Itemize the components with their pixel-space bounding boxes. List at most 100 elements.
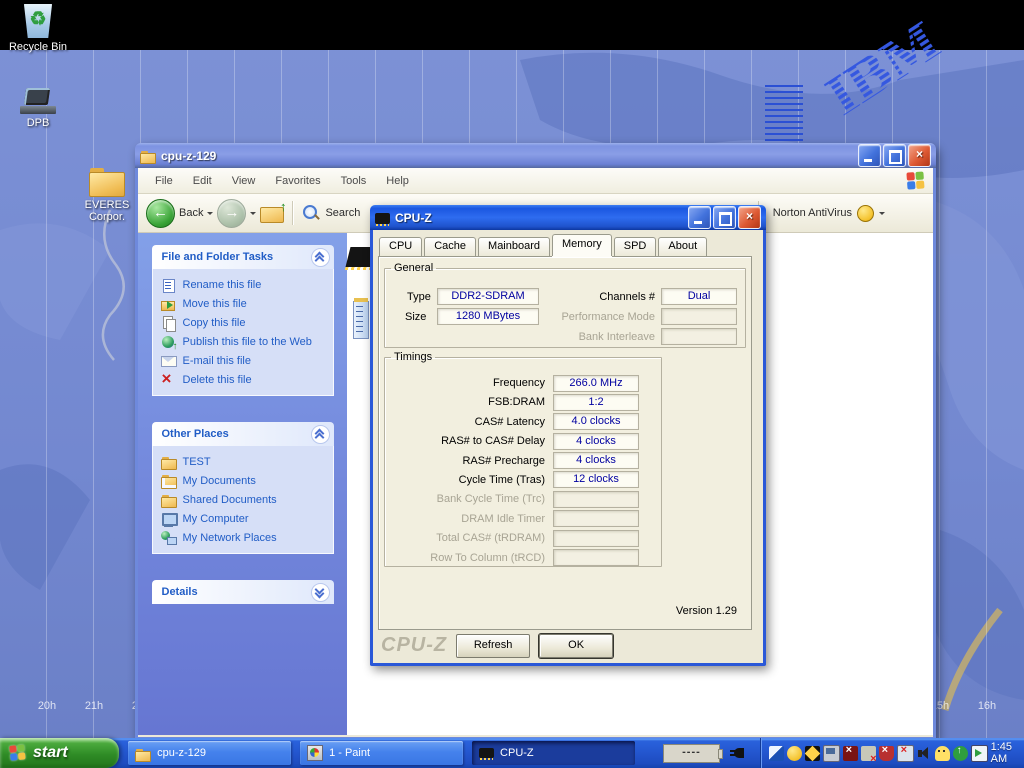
refresh-button[interactable]: Refresh: [456, 634, 530, 658]
search-icon[interactable]: [301, 203, 321, 223]
tray-volume-icon[interactable]: [917, 746, 932, 761]
tray-norton-icon[interactable]: [787, 746, 802, 761]
timing-row: Bank Cycle Time (Trc): [385, 491, 661, 507]
tray-diamond-mail-icon[interactable]: [805, 746, 820, 761]
folder-icon: [89, 168, 125, 196]
system-tray: 1:45 AM: [760, 738, 1024, 768]
folder-icon: [161, 492, 177, 508]
file-tasks-header[interactable]: File and Folder Tasks: [152, 245, 334, 269]
up-button[interactable]: [260, 203, 284, 223]
start-button[interactable]: start: [0, 738, 119, 768]
menu-favorites[interactable]: Favorites: [266, 172, 329, 190]
timings-legend: Timings: [391, 351, 435, 363]
task-move-file[interactable]: Move this file: [161, 294, 329, 313]
taskbar-clock[interactable]: 1:45 AM: [991, 741, 1018, 765]
menu-edit[interactable]: Edit: [184, 172, 221, 190]
timing-label: Bank Cycle Time (Trc): [385, 493, 553, 505]
taskbar-button-explorer[interactable]: cpu-z-129: [128, 741, 291, 765]
taskbar-button-paint[interactable]: 1 - Paint: [300, 741, 463, 765]
tab-cache[interactable]: Cache: [424, 237, 476, 256]
back-label[interactable]: Back: [179, 207, 203, 219]
timing-value: 4 clocks: [553, 433, 639, 450]
start-label: start: [33, 744, 68, 762]
task-delete-file[interactable]: Delete this file: [161, 370, 329, 389]
performance-mode-value: [661, 308, 737, 325]
menu-tools[interactable]: Tools: [332, 172, 376, 190]
tray-monitor-offline-icon[interactable]: [897, 745, 914, 762]
desktop-icon-dpb[interactable]: DPB: [2, 88, 74, 129]
tray-network-computers-icon[interactable]: [823, 745, 840, 762]
timezone-label: 20h: [32, 700, 62, 712]
place-my-documents[interactable]: My Documents: [161, 471, 329, 490]
search-label[interactable]: Search: [325, 207, 360, 219]
channels-value: Dual: [661, 288, 737, 305]
file-icon[interactable]: [353, 301, 369, 339]
paint-icon: [307, 745, 323, 761]
task-publish-file[interactable]: Publish this file to the Web: [161, 332, 329, 351]
laptop-icon: [19, 88, 57, 114]
network-places-icon: [161, 530, 177, 546]
timing-value: 12 clocks: [553, 471, 639, 488]
close-button[interactable]: ×: [908, 144, 931, 167]
minimize-button[interactable]: [858, 144, 881, 167]
forward-dropdown-icon[interactable]: [250, 212, 256, 218]
task-copy-file[interactable]: Copy this file: [161, 313, 329, 332]
tab-mainboard[interactable]: Mainboard: [478, 237, 550, 256]
panel-title: File and Folder Tasks: [162, 251, 274, 263]
forward-button[interactable]: →: [217, 199, 246, 228]
timing-label: RAS# to CAS# Delay: [385, 435, 553, 447]
tab-cpu[interactable]: CPU: [379, 237, 422, 256]
menu-file[interactable]: File: [146, 172, 182, 190]
tray-display-icon[interactable]: [971, 745, 988, 762]
desktop-icon-recycle-bin[interactable]: ♻ Recycle Bin: [2, 4, 74, 53]
collapse-chevron-icon[interactable]: [311, 248, 330, 267]
place-test[interactable]: TEST: [161, 452, 329, 471]
place-my-network[interactable]: My Network Places: [161, 528, 329, 547]
cpuz-watermark: CPU-Z: [381, 634, 447, 657]
menu-view[interactable]: View: [223, 172, 265, 190]
explorer-titlebar[interactable]: cpu-z-129 ×: [135, 143, 936, 168]
details-header[interactable]: Details: [152, 580, 334, 604]
tray-ghost-icon[interactable]: [935, 746, 950, 761]
norton-antivirus-button[interactable]: Norton AntiVirus: [758, 201, 895, 226]
file-tasks-panel: File and Folder Tasks Rename this file M…: [152, 245, 334, 396]
tray-update-icon[interactable]: [953, 746, 968, 761]
place-my-computer[interactable]: My Computer: [161, 509, 329, 528]
panel-title: Other Places: [162, 428, 229, 440]
tab-memory[interactable]: Memory: [552, 234, 612, 256]
norton-label: Norton AntiVirus: [773, 207, 852, 219]
cpuz-titlebar[interactable]: CPU-Z ×: [370, 205, 766, 230]
expand-chevron-icon[interactable]: [311, 583, 330, 602]
power-plug-icon[interactable]: [730, 746, 746, 760]
other-places-header[interactable]: Other Places: [152, 422, 334, 446]
tray-red-grid-icon[interactable]: [843, 746, 858, 761]
taskbar-button-cpuz[interactable]: CPU-Z: [472, 741, 635, 765]
close-button[interactable]: ×: [738, 206, 761, 229]
task-email-file[interactable]: E-mail this file: [161, 351, 329, 370]
minimize-button[interactable]: [688, 206, 711, 229]
back-button[interactable]: ←: [146, 199, 175, 228]
menu-help[interactable]: Help: [377, 172, 418, 190]
tab-about[interactable]: About: [658, 237, 707, 256]
cpu-chip-icon: [479, 748, 494, 758]
maximize-button[interactable]: [883, 144, 906, 167]
timing-row: Row To Column (tRCD): [385, 550, 661, 566]
ok-button[interactable]: OK: [539, 634, 613, 658]
tray-users-disconnected-icon[interactable]: [861, 746, 876, 761]
details-panel: Details: [152, 580, 334, 604]
timing-value: 4 clocks: [553, 452, 639, 469]
desktop-icon-everes[interactable]: EVERES Corpor.: [78, 168, 136, 223]
panel-title: Details: [162, 586, 198, 598]
collapse-chevron-icon[interactable]: [311, 425, 330, 444]
tab-spd[interactable]: SPD: [614, 237, 657, 256]
place-shared-documents[interactable]: Shared Documents: [161, 490, 329, 509]
cpuz-window-title: CPU-Z: [395, 211, 432, 225]
task-rename-file[interactable]: Rename this file: [161, 275, 329, 294]
tray-shield-alert-icon[interactable]: [879, 746, 894, 761]
tray-firewall-icon[interactable]: [769, 746, 784, 761]
back-dropdown-icon[interactable]: [207, 212, 213, 218]
norton-dropdown-icon: [879, 212, 885, 218]
version-text: Version 1.29: [676, 605, 737, 617]
battery-meter[interactable]: ----: [663, 744, 720, 763]
maximize-button[interactable]: [713, 206, 736, 229]
